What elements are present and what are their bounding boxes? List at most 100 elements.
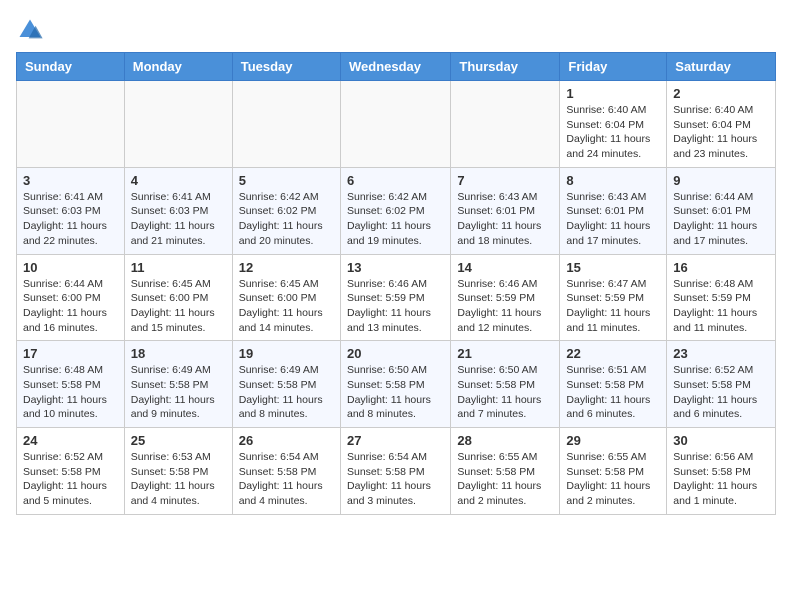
day-info: Sunrise: 6:46 AM Sunset: 5:59 PM Dayligh… <box>457 277 553 336</box>
day-number: 7 <box>457 173 553 188</box>
day-number: 30 <box>673 433 769 448</box>
day-info: Sunrise: 6:44 AM Sunset: 6:01 PM Dayligh… <box>673 190 769 249</box>
day-info: Sunrise: 6:52 AM Sunset: 5:58 PM Dayligh… <box>23 450 118 509</box>
weekday-header: Friday <box>560 53 667 81</box>
day-info: Sunrise: 6:55 AM Sunset: 5:58 PM Dayligh… <box>457 450 553 509</box>
day-info: Sunrise: 6:50 AM Sunset: 5:58 PM Dayligh… <box>347 363 444 422</box>
day-number: 16 <box>673 260 769 275</box>
day-number: 21 <box>457 346 553 361</box>
calendar-cell: 28 Sunrise: 6:55 AM Sunset: 5:58 PM Dayli… <box>451 428 560 515</box>
calendar-cell: 26 Sunrise: 6:54 AM Sunset: 5:58 PM Dayli… <box>232 428 340 515</box>
day-number: 22 <box>566 346 660 361</box>
calendar-cell: 22 Sunrise: 6:51 AM Sunset: 5:58 PM Dayli… <box>560 341 667 428</box>
day-info: Sunrise: 6:54 AM Sunset: 5:58 PM Dayligh… <box>239 450 334 509</box>
day-number: 13 <box>347 260 444 275</box>
day-info: Sunrise: 6:45 AM Sunset: 6:00 PM Dayligh… <box>239 277 334 336</box>
calendar-cell <box>232 81 340 168</box>
calendar-cell: 13 Sunrise: 6:46 AM Sunset: 5:59 PM Dayli… <box>340 254 450 341</box>
calendar-cell: 5 Sunrise: 6:42 AM Sunset: 6:02 PM Daylig… <box>232 167 340 254</box>
day-number: 27 <box>347 433 444 448</box>
calendar-week-row: 17 Sunrise: 6:48 AM Sunset: 5:58 PM Dayli… <box>17 341 776 428</box>
calendar-cell: 21 Sunrise: 6:50 AM Sunset: 5:58 PM Dayli… <box>451 341 560 428</box>
calendar-cell: 18 Sunrise: 6:49 AM Sunset: 5:58 PM Dayli… <box>124 341 232 428</box>
calendar-table: SundayMondayTuesdayWednesdayThursdayFrid… <box>16 52 776 515</box>
weekday-header: Wednesday <box>340 53 450 81</box>
weekday-header: Monday <box>124 53 232 81</box>
calendar-cell: 4Sunrise: 6:41 AM Sunset: 6:03 PM Daylig… <box>124 167 232 254</box>
day-info: Sunrise: 6:43 AM Sunset: 6:01 PM Dayligh… <box>566 190 660 249</box>
weekday-header: Saturday <box>667 53 776 81</box>
page-header <box>16 16 776 44</box>
calendar-cell: 25Sunrise: 6:53 AM Sunset: 5:58 PM Dayli… <box>124 428 232 515</box>
calendar-cell: 7 Sunrise: 6:43 AM Sunset: 6:01 PM Daylig… <box>451 167 560 254</box>
weekday-header: Sunday <box>17 53 125 81</box>
day-number: 23 <box>673 346 769 361</box>
day-number: 15 <box>566 260 660 275</box>
logo <box>16 16 48 44</box>
day-info: Sunrise: 6:40 AM Sunset: 6:04 PM Dayligh… <box>673 103 769 162</box>
weekday-header: Thursday <box>451 53 560 81</box>
day-info: Sunrise: 6:42 AM Sunset: 6:02 PM Dayligh… <box>239 190 334 249</box>
day-number: 18 <box>131 346 226 361</box>
calendar-cell <box>340 81 450 168</box>
day-info: Sunrise: 6:40 AM Sunset: 6:04 PM Dayligh… <box>566 103 660 162</box>
logo-icon <box>16 16 44 44</box>
day-number: 19 <box>239 346 334 361</box>
day-number: 29 <box>566 433 660 448</box>
day-info: Sunrise: 6:49 AM Sunset: 5:58 PM Dayligh… <box>131 363 226 422</box>
day-info: Sunrise: 6:52 AM Sunset: 5:58 PM Dayligh… <box>673 363 769 422</box>
calendar-cell: 23 Sunrise: 6:52 AM Sunset: 5:58 PM Dayli… <box>667 341 776 428</box>
calendar-cell: 2Sunrise: 6:40 AM Sunset: 6:04 PM Daylig… <box>667 81 776 168</box>
day-info: Sunrise: 6:45 AM Sunset: 6:00 PM Dayligh… <box>131 277 226 336</box>
day-number: 9 <box>673 173 769 188</box>
calendar-cell: 1 Sunrise: 6:40 AM Sunset: 6:04 PM Daylig… <box>560 81 667 168</box>
day-info: Sunrise: 6:43 AM Sunset: 6:01 PM Dayligh… <box>457 190 553 249</box>
weekday-header: Tuesday <box>232 53 340 81</box>
day-number: 12 <box>239 260 334 275</box>
calendar-cell: 24Sunrise: 6:52 AM Sunset: 5:58 PM Dayli… <box>17 428 125 515</box>
day-info: Sunrise: 6:44 AM Sunset: 6:00 PM Dayligh… <box>23 277 118 336</box>
day-info: Sunrise: 6:48 AM Sunset: 5:59 PM Dayligh… <box>673 277 769 336</box>
day-number: 17 <box>23 346 118 361</box>
day-info: Sunrise: 6:48 AM Sunset: 5:58 PM Dayligh… <box>23 363 118 422</box>
day-info: Sunrise: 6:46 AM Sunset: 5:59 PM Dayligh… <box>347 277 444 336</box>
calendar-cell: 15 Sunrise: 6:47 AM Sunset: 5:59 PM Dayli… <box>560 254 667 341</box>
calendar-cell: 17 Sunrise: 6:48 AM Sunset: 5:58 PM Dayli… <box>17 341 125 428</box>
calendar-cell <box>17 81 125 168</box>
day-info: Sunrise: 6:51 AM Sunset: 5:58 PM Dayligh… <box>566 363 660 422</box>
calendar-week-row: 24Sunrise: 6:52 AM Sunset: 5:58 PM Dayli… <box>17 428 776 515</box>
day-number: 26 <box>239 433 334 448</box>
day-number: 8 <box>566 173 660 188</box>
day-number: 11 <box>131 260 226 275</box>
calendar-cell: 20Sunrise: 6:50 AM Sunset: 5:58 PM Dayli… <box>340 341 450 428</box>
day-info: Sunrise: 6:54 AM Sunset: 5:58 PM Dayligh… <box>347 450 444 509</box>
day-number: 1 <box>566 86 660 101</box>
calendar-cell: 9 Sunrise: 6:44 AM Sunset: 6:01 PM Daylig… <box>667 167 776 254</box>
calendar-cell: 14 Sunrise: 6:46 AM Sunset: 5:59 PM Dayli… <box>451 254 560 341</box>
calendar-week-row: 10Sunrise: 6:44 AM Sunset: 6:00 PM Dayli… <box>17 254 776 341</box>
day-info: Sunrise: 6:49 AM Sunset: 5:58 PM Dayligh… <box>239 363 334 422</box>
day-info: Sunrise: 6:41 AM Sunset: 6:03 PM Dayligh… <box>23 190 118 249</box>
calendar-cell: 27 Sunrise: 6:54 AM Sunset: 5:58 PM Dayli… <box>340 428 450 515</box>
day-info: Sunrise: 6:42 AM Sunset: 6:02 PM Dayligh… <box>347 190 444 249</box>
calendar-cell: 6 Sunrise: 6:42 AM Sunset: 6:02 PM Daylig… <box>340 167 450 254</box>
calendar-cell: 8 Sunrise: 6:43 AM Sunset: 6:01 PM Daylig… <box>560 167 667 254</box>
day-info: Sunrise: 6:47 AM Sunset: 5:59 PM Dayligh… <box>566 277 660 336</box>
day-number: 28 <box>457 433 553 448</box>
day-number: 6 <box>347 173 444 188</box>
calendar-cell: 16 Sunrise: 6:48 AM Sunset: 5:59 PM Dayli… <box>667 254 776 341</box>
calendar-cell: 3 Sunrise: 6:41 AM Sunset: 6:03 PM Daylig… <box>17 167 125 254</box>
calendar-cell: 11 Sunrise: 6:45 AM Sunset: 6:00 PM Dayli… <box>124 254 232 341</box>
day-info: Sunrise: 6:56 AM Sunset: 5:58 PM Dayligh… <box>673 450 769 509</box>
calendar-cell: 30 Sunrise: 6:56 AM Sunset: 5:58 PM Dayli… <box>667 428 776 515</box>
calendar-cell <box>124 81 232 168</box>
day-number: 14 <box>457 260 553 275</box>
calendar-cell: 19 Sunrise: 6:49 AM Sunset: 5:58 PM Dayli… <box>232 341 340 428</box>
day-info: Sunrise: 6:55 AM Sunset: 5:58 PM Dayligh… <box>566 450 660 509</box>
day-number: 3 <box>23 173 118 188</box>
calendar-cell: 12 Sunrise: 6:45 AM Sunset: 6:00 PM Dayli… <box>232 254 340 341</box>
calendar-header-row: SundayMondayTuesdayWednesdayThursdayFrid… <box>17 53 776 81</box>
day-number: 5 <box>239 173 334 188</box>
day-info: Sunrise: 6:50 AM Sunset: 5:58 PM Dayligh… <box>457 363 553 422</box>
day-number: 4 <box>131 173 226 188</box>
